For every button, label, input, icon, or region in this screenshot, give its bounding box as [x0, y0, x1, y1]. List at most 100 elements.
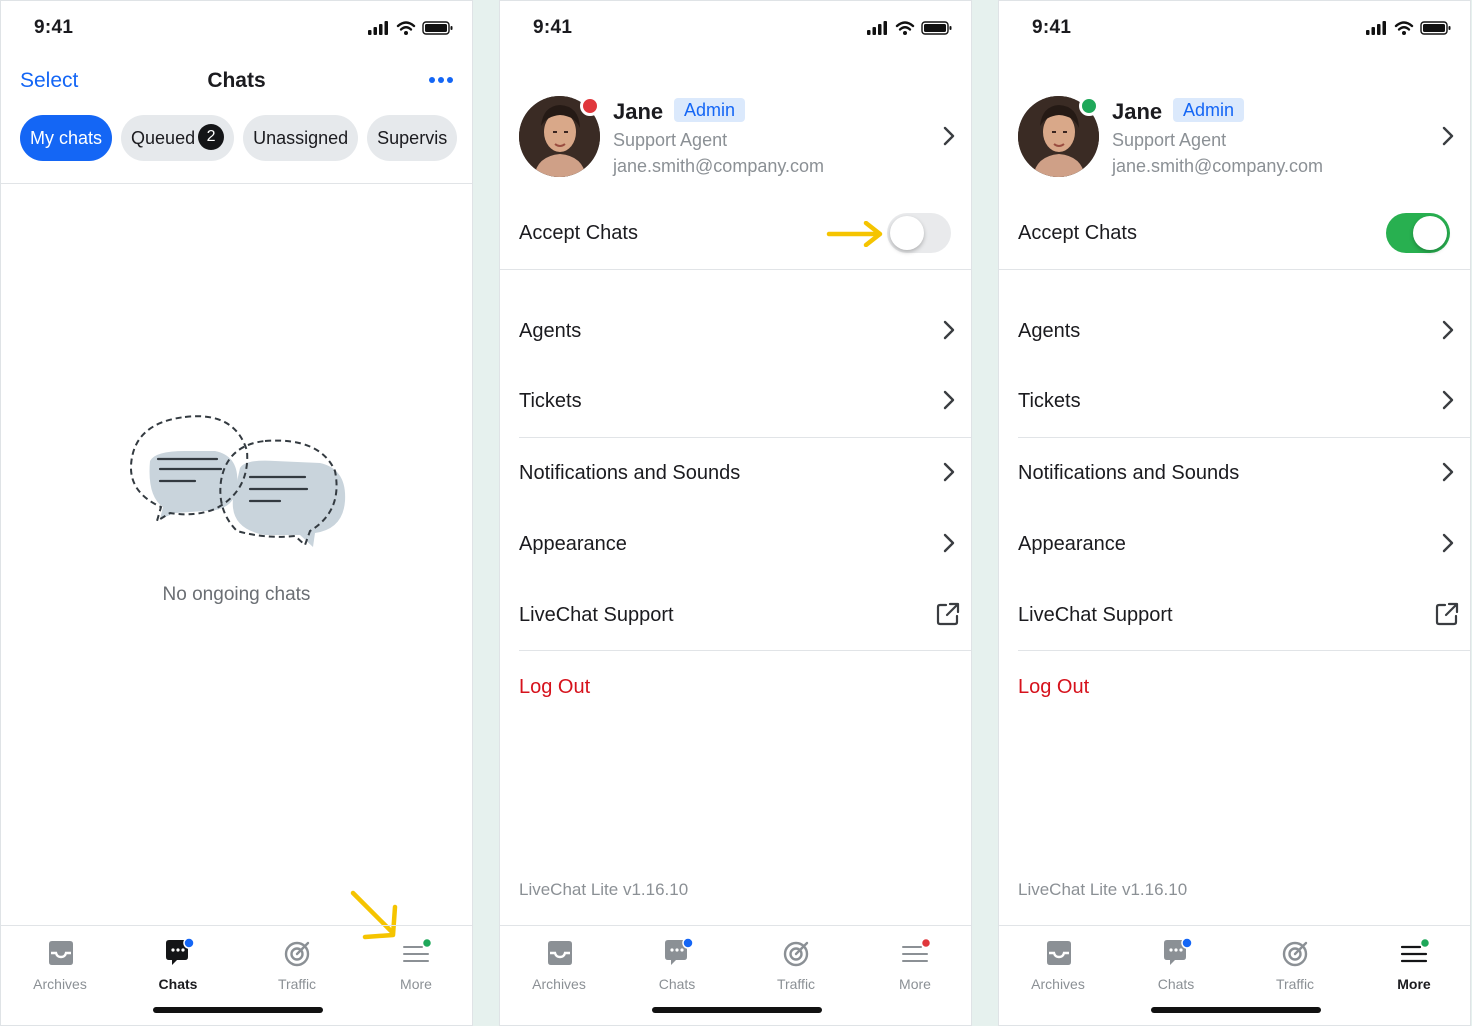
tab-label: More — [899, 976, 931, 992]
accept-chats-label: Accept Chats — [519, 222, 638, 244]
external-link-icon — [1435, 602, 1459, 626]
status-dot — [1079, 96, 1099, 116]
role-badge: Admin — [674, 98, 746, 122]
menu-item-label: Appearance — [519, 533, 627, 555]
more-options-icon[interactable] — [428, 71, 454, 89]
agent-name: Jane — [613, 99, 664, 124]
tab-archives[interactable]: Archives — [999, 926, 1117, 1001]
accept-chats-toggle[interactable] — [887, 213, 951, 253]
menu-item-label: LiveChat Support — [1018, 604, 1173, 626]
traffic-target-icon — [1282, 941, 1308, 967]
menu-item-notifications[interactable]: Notifications and Sounds — [1018, 443, 1470, 503]
divider — [999, 269, 1470, 270]
more-menu-icon — [1400, 938, 1431, 963]
more-menu-icon — [403, 938, 433, 962]
divider — [1, 183, 472, 184]
menu-item-appearance[interactable]: Appearance — [1018, 514, 1470, 574]
chats-icon — [665, 938, 694, 965]
tab-label: Chats — [158, 976, 198, 992]
tab-traffic[interactable]: Traffic — [238, 926, 356, 1001]
page-title: Chats — [207, 69, 266, 92]
more-menu-icon — [902, 938, 932, 962]
logout-button[interactable]: Log Out — [1018, 657, 1470, 717]
divider — [519, 437, 971, 438]
chevron-right-icon — [943, 462, 955, 482]
menu-item-agents[interactable]: Agents — [519, 301, 971, 361]
empty-state-text: No ongoing chats — [162, 584, 311, 605]
traffic-target-icon — [284, 941, 310, 967]
tab-traffic[interactable]: Traffic — [1236, 926, 1354, 1001]
menu-item-livechat-support[interactable]: LiveChat Support — [1018, 585, 1470, 645]
tab-label: More — [400, 976, 432, 992]
status-bar: 9:41 — [500, 1, 971, 53]
agent-name: Jane — [1112, 99, 1163, 124]
tab-chats[interactable]: Chats — [1117, 926, 1235, 1001]
app-version: LiveChat Lite v1.16.10 — [1018, 880, 1188, 899]
status-bar: 9:41 — [1, 1, 472, 53]
tab-traffic[interactable]: Traffic — [737, 926, 855, 1001]
chats-icon — [166, 938, 195, 965]
filter-my-chats[interactable]: My chats — [20, 115, 113, 161]
status-time: 9:41 — [1032, 17, 1072, 38]
cellular-signal-icon — [1366, 21, 1386, 35]
tab-archives[interactable]: Archives — [500, 926, 618, 1001]
more-screen-online: 9:41 Jane Admin Support Agent jane.smith… — [998, 0, 1471, 1026]
chats-icon — [1164, 938, 1193, 965]
menu-item-agents[interactable]: Agents — [1018, 301, 1470, 361]
chevron-right-icon — [943, 533, 955, 553]
logout-label: Log Out — [1018, 676, 1090, 698]
menu-item-label: Notifications and Sounds — [1018, 462, 1240, 484]
tab-more[interactable]: More — [357, 926, 472, 1001]
archive-icon — [548, 941, 572, 965]
cellular-signal-icon — [368, 21, 388, 35]
tab-label: Archives — [33, 976, 87, 992]
tab-chats[interactable]: Chats — [618, 926, 736, 1001]
traffic-target-icon — [783, 941, 809, 967]
agent-email: jane.smith@company.com — [1112, 156, 1324, 176]
tab-label: Traffic — [776, 976, 816, 992]
status-icons — [867, 20, 953, 41]
menu-item-livechat-support[interactable]: LiveChat Support — [519, 585, 971, 645]
tab-label: Chats — [658, 976, 696, 992]
agent-email: jane.smith@company.com — [613, 156, 825, 176]
logout-label: Log Out — [519, 676, 591, 698]
menu-item-label: Notifications and Sounds — [519, 462, 741, 484]
tab-label: Traffic — [1275, 976, 1315, 992]
tab-more[interactable]: More — [1355, 926, 1470, 1001]
status-dot — [580, 96, 600, 116]
archive-icon — [1047, 941, 1071, 965]
accept-chats-toggle[interactable] — [1386, 213, 1450, 253]
divider — [1018, 650, 1470, 651]
chevron-right-icon — [1442, 320, 1454, 340]
more-screen-offline: 9:41 Jane Admin Support Agent jane.smith… — [499, 0, 972, 1026]
filter-supervised[interactable]: Supervis — [367, 115, 458, 161]
external-link-icon — [936, 602, 960, 626]
queued-count-badge: 2 — [198, 124, 225, 151]
wifi-icon — [895, 21, 915, 31]
filter-queued[interactable]: Queued 2 — [121, 115, 235, 161]
tab-label: More — [1397, 976, 1431, 992]
tab-archives[interactable]: Archives — [1, 926, 119, 1001]
tab-label: Archives — [532, 976, 586, 992]
chevron-right-icon — [943, 320, 955, 340]
tab-more[interactable]: More — [856, 926, 971, 1001]
annotation-arrow-icon — [826, 221, 883, 247]
profile-row[interactable]: Jane Admin Support Agent jane.smith@comp… — [500, 96, 971, 186]
agent-title: Support Agent — [1112, 130, 1227, 150]
filter-unassigned[interactable]: Unassigned — [243, 115, 359, 161]
profile-row[interactable]: Jane Admin Support Agent jane.smith@comp… — [999, 96, 1470, 186]
menu-item-tickets[interactable]: Tickets — [519, 371, 971, 431]
app-version: LiveChat Lite v1.16.10 — [519, 880, 689, 899]
menu-item-notifications[interactable]: Notifications and Sounds — [519, 443, 971, 503]
menu-item-tickets[interactable]: Tickets — [1018, 371, 1470, 431]
chevron-right-icon — [1442, 462, 1454, 482]
tab-label: Traffic — [277, 976, 317, 992]
menu-item-label: Tickets — [1018, 390, 1081, 412]
divider — [1018, 437, 1470, 438]
divider — [500, 269, 971, 270]
toggle-knob — [890, 216, 924, 250]
logout-button[interactable]: Log Out — [519, 657, 971, 717]
menu-item-appearance[interactable]: Appearance — [519, 514, 971, 574]
tab-label: Chats — [1157, 976, 1195, 992]
tab-chats[interactable]: Chats — [119, 926, 237, 1001]
